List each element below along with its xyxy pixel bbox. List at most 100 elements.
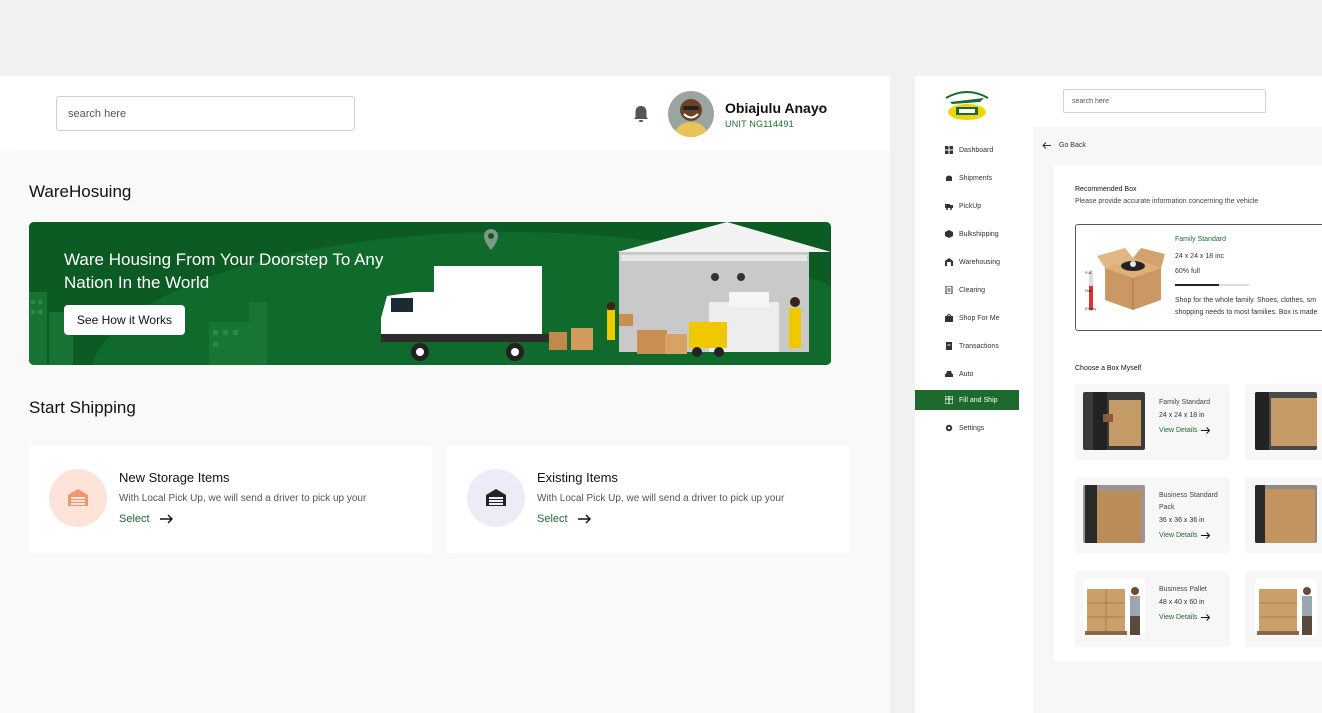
garage-icon: [68, 489, 88, 506]
box-option-business-standard-pack[interactable]: Business Standard Pack 36 x 36 x 36 in V…: [1075, 477, 1230, 553]
arrow-right-icon: [1201, 427, 1211, 434]
box-thumbnail: [1255, 579, 1317, 637]
select-link[interactable]: Select: [537, 513, 592, 525]
box-option-family-standard-alt[interactable]: [1245, 384, 1322, 460]
fill-progress-value: [1175, 284, 1220, 286]
box-icon: [945, 230, 953, 238]
sidebar-item-label: Clearing: [959, 286, 986, 294]
recommended-box-fill: 60% full: [1175, 268, 1200, 275]
sidebar-item-settings[interactable]: Settings: [915, 418, 1019, 438]
box-name: Business Pallet: [1159, 586, 1207, 593]
recommended-box-card[interactable]: Full Half Empty Family Standard 24 x 24 …: [1075, 224, 1322, 331]
select-label: Select: [119, 513, 150, 525]
box-name: Business Standard Pack: [1159, 492, 1218, 511]
card-description: With Local Pick Up, we will send a drive…: [119, 493, 367, 504]
select-label: Select: [537, 513, 568, 525]
box-thumbnail: [1255, 485, 1317, 543]
existing-items-card[interactable]: Existing Items With Local Pick Up, we wi…: [447, 445, 850, 553]
box-thumbnail: [1083, 485, 1145, 543]
sidebar-item-pickup[interactable]: PickUp: [915, 196, 1019, 216]
shopping-bag-icon: [945, 314, 953, 322]
card-description: With Local Pick Up, we will send a drive…: [537, 493, 785, 504]
sidebar-item-label: Dashboard: [959, 146, 994, 154]
page-title: WareHosuing: [29, 182, 132, 201]
card-title: Existing Items: [537, 470, 618, 485]
view-details-label: View Details: [1159, 532, 1198, 539]
sidebar-item-auto[interactable]: Auto: [915, 364, 1019, 384]
box-dimensions: 36 x 36 x 36 in: [1159, 517, 1205, 524]
garage-icon: [486, 489, 506, 506]
arrow-left-icon: [1042, 142, 1051, 149]
sidebar-item-fill-and-ship[interactable]: Fill and Ship: [915, 390, 1019, 410]
sidebar-item-shop-for-me[interactable]: Shop For Me: [915, 308, 1019, 328]
gauge-label: Empty: [1085, 306, 1096, 311]
gauge-label: Half: [1085, 288, 1093, 293]
arrow-right-icon: [577, 514, 591, 524]
sidebar-item-bulkshipping[interactable]: Bulkshipping: [915, 224, 1019, 244]
box-name: Family Standard: [1159, 399, 1210, 406]
recommended-box-description: Shop for the whole family. Shoes, clothe…: [1175, 295, 1322, 319]
sidebar-item-label: Auto: [959, 370, 974, 378]
arrow-right-icon: [159, 514, 173, 524]
hero-banner: Ware Housing From Your Doorstep To Any N…: [29, 222, 831, 365]
box-option-business-standard-alt[interactable]: [1245, 477, 1322, 553]
view-details-link[interactable]: View Details: [1159, 532, 1211, 539]
select-link[interactable]: Select: [119, 513, 174, 525]
stage: Obiajulu Anayo ⌵ UNIT NG114491 WareHosui…: [0, 0, 1322, 713]
clipboard-icon: [945, 286, 953, 294]
storage-icon-circle: [49, 469, 107, 527]
sidebar-item-label: Settings: [959, 424, 985, 432]
sidebar-item-label: Shipments: [959, 174, 993, 182]
sidebar-item-shipments[interactable]: Shipments: [915, 168, 1019, 188]
card-title: New Storage Items: [119, 470, 230, 485]
sidebar-item-warehousing[interactable]: Warehousing: [915, 252, 1019, 272]
left-content: WareHosuing Ware Housing From Your Doors…: [0, 76, 890, 713]
box-dimensions: 24 x 24 x 18 in: [1159, 412, 1205, 419]
arrow-right-icon: [1201, 532, 1211, 539]
section-title: Start Shipping: [29, 398, 136, 417]
warehouse-icon: [945, 258, 953, 266]
view-details-link[interactable]: View Details: [1159, 427, 1211, 434]
description-line: Shop for the whole family. Shoes, clothe…: [1175, 297, 1317, 304]
recommended-box-dimensions: 24 x 24 x 18 inc: [1175, 253, 1225, 260]
box-thumbnail: [1083, 579, 1145, 637]
recommended-subtitle: Please provide accurate information conc…: [1075, 198, 1259, 205]
box-thumbnail: [1083, 392, 1145, 450]
recommended-box-name: Family Standard: [1175, 236, 1226, 243]
box-option-family-standard[interactable]: Family Standard 24 x 24 x 18 in View Det…: [1075, 384, 1230, 460]
view-details-link[interactable]: View Details: [1159, 614, 1211, 621]
sidebar-item-label: Warehousing: [959, 258, 1000, 266]
gear-icon: [945, 424, 953, 432]
box-option-business-pallet-alt[interactable]: [1245, 571, 1322, 647]
box-thumbnail: [1255, 392, 1317, 450]
view-details-label: View Details: [1159, 614, 1198, 621]
box-dimensions: 48 x 40 x 60 in: [1159, 599, 1205, 606]
grid-icon: [945, 146, 953, 154]
box-option-business-pallet[interactable]: Business Pallet 48 x 40 x 60 in View Det…: [1075, 571, 1230, 647]
new-storage-card[interactable]: New Storage Items With Local Pick Up, we…: [29, 445, 432, 553]
recommended-title: Recommended Box: [1075, 186, 1137, 193]
sidebar-item-transactions[interactable]: Transactions: [915, 336, 1019, 356]
sidebar-item-label: Bulkshipping: [959, 230, 999, 238]
box-fill-image: Full Half Empty: [1085, 234, 1167, 316]
sidebar-item-clearing[interactable]: Clearing: [915, 280, 1019, 300]
description-line: shopping needs to most families. Box is …: [1175, 309, 1318, 316]
car-icon: [945, 371, 953, 377]
sidebar-item-label: PickUp: [959, 202, 982, 210]
document-icon: [946, 342, 952, 350]
arrow-right-icon: [1201, 614, 1211, 621]
fill-progress-bar: [1175, 284, 1249, 286]
sidebar-item-dashboard[interactable]: Dashboard: [915, 140, 1019, 160]
sidebar-item-label: Shop For Me: [959, 314, 1000, 322]
existing-icon-circle: [467, 469, 525, 527]
sidebar-item-label: Transactions: [959, 342, 999, 350]
right-content: Dashboard Shipments PickUp Bulkshipping …: [915, 76, 1322, 713]
see-how-it-works-button[interactable]: See How it Works: [64, 305, 185, 335]
sidebar-item-label: Fill and Ship: [959, 396, 998, 404]
truck-icon: [945, 204, 953, 210]
banner-title: Ware Housing From Your Doorstep To Any N…: [64, 250, 384, 292]
bag-icon: [946, 175, 952, 181]
package-icon: [945, 396, 953, 404]
choose-box-title: Choose a Box Myself: [1075, 365, 1142, 372]
go-back-link[interactable]: Go Back: [1042, 142, 1086, 149]
